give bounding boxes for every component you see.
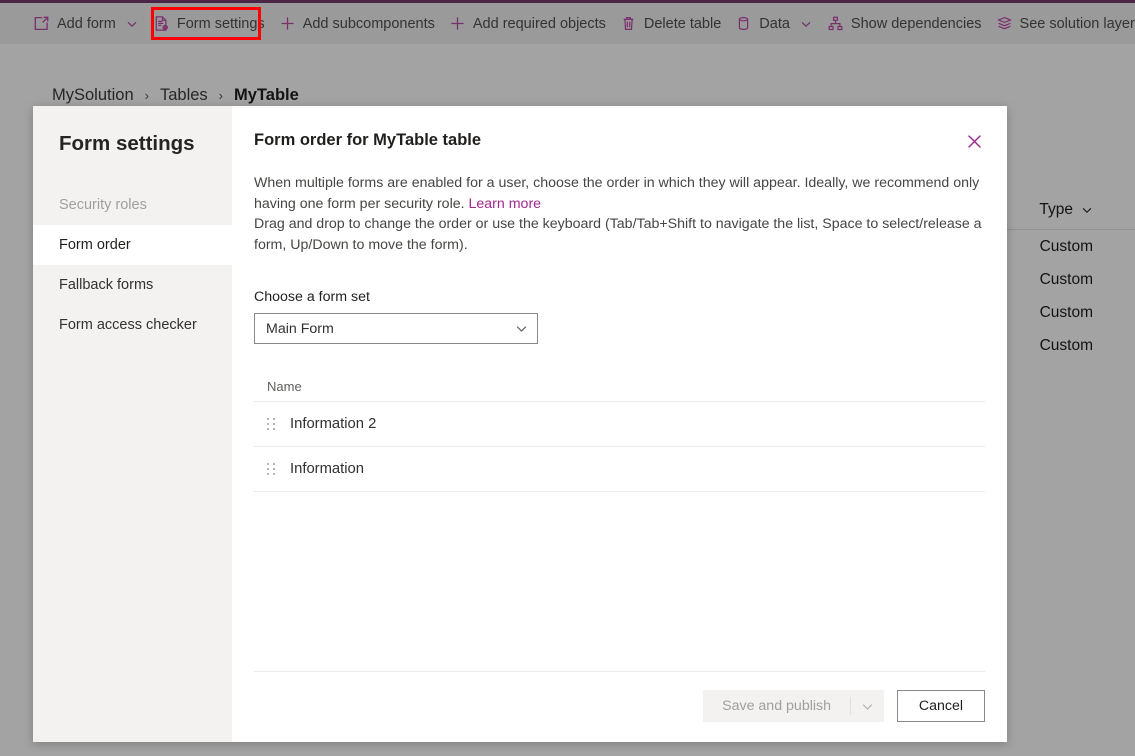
list-item-label: Information <box>290 461 365 477</box>
sidebar-item-label: Form order <box>59 237 131 253</box>
close-icon[interactable] <box>957 124 991 158</box>
form-set-selected-value: Main Form <box>266 320 334 337</box>
command-add-subcomponents[interactable]: Add subcomponents <box>272 8 442 40</box>
cancel-button[interactable]: Cancel <box>897 690 985 722</box>
sidebar-item-label: Fallback forms <box>59 277 154 293</box>
command-add-required-objects-label: Add required objects <box>472 15 606 32</box>
sidebar-item-fallback-forms[interactable]: Fallback forms <box>33 265 232 305</box>
command-data-label: Data <box>759 15 790 32</box>
chevron-down-icon[interactable] <box>125 17 139 31</box>
command-delete-table[interactable]: Delete table <box>613 8 728 40</box>
command-add-required-objects[interactable]: Add required objects <box>442 8 613 40</box>
chevron-down-icon[interactable] <box>851 690 884 722</box>
dialog-sidebar: Form settings Security roles Form order … <box>33 106 232 742</box>
layers-icon <box>996 15 1013 32</box>
save-and-publish-button[interactable]: Save and publish <box>703 690 850 722</box>
sidebar-item-form-order[interactable]: Form order <box>33 225 232 265</box>
description-paragraph-2: Drag and drop to change the order or use… <box>254 216 982 253</box>
dialog-description: When multiple forms are enabled for a us… <box>254 173 985 255</box>
app-root: Add form Form settings Add subcomponents… <box>0 0 1135 756</box>
command-show-dependencies[interactable]: Show dependencies <box>820 8 989 40</box>
plus-icon <box>449 15 466 32</box>
list-item-label: Information 2 <box>290 416 377 432</box>
description-text-1: When multiple forms are enabled for a us… <box>254 175 980 212</box>
command-see-solution-layers-label: See solution layers <box>1019 15 1135 32</box>
list-column-header-name: Name <box>267 379 302 394</box>
command-form-settings[interactable]: Form settings <box>146 8 272 40</box>
list-item[interactable]: Information 2 <box>254 402 985 447</box>
form-order-list: Name Information 2 Information <box>254 372 985 492</box>
chevron-down-icon[interactable] <box>799 17 813 31</box>
dialog-footer: Save and publish Cancel <box>254 671 985 742</box>
command-add-form[interactable]: Add form <box>26 8 146 40</box>
command-add-subcomponents-label: Add subcomponents <box>302 15 435 32</box>
page-title: Form order for MyTable table <box>254 131 482 149</box>
dialog-sidebar-title: Form settings <box>59 132 195 155</box>
list-item[interactable]: Information <box>254 447 985 492</box>
description-paragraph-1: When multiple forms are enabled for a us… <box>254 173 985 214</box>
dependencies-icon <box>827 15 844 32</box>
command-show-dependencies-label: Show dependencies <box>850 15 982 32</box>
database-icon <box>735 15 752 32</box>
chevron-down-icon <box>515 322 528 335</box>
dialog-nav-list: Security roles Form order Fallback forms… <box>33 185 232 345</box>
trash-icon <box>620 15 637 32</box>
drag-handle-icon[interactable] <box>267 462 277 476</box>
command-data[interactable]: Data <box>728 8 820 40</box>
add-form-icon <box>33 15 50 32</box>
form-set-dropdown[interactable]: Main Form <box>254 313 538 344</box>
dialog-body: Form order for MyTable table When multip… <box>232 106 1007 742</box>
form-settings-icon <box>153 15 170 32</box>
command-see-solution-layers[interactable]: See solution layers <box>989 8 1135 40</box>
drag-handle-icon[interactable] <box>267 417 277 431</box>
list-column-header: Name <box>254 372 985 402</box>
sidebar-item-security-roles: Security roles <box>33 185 232 225</box>
sidebar-item-form-access-checker[interactable]: Form access checker <box>33 305 232 345</box>
sidebar-item-label: Security roles <box>59 197 147 213</box>
form-set-label: Choose a form set <box>254 289 370 305</box>
dialog-content: Form order for MyTable table When multip… <box>232 106 1007 671</box>
command-form-settings-label: Form settings <box>176 15 265 32</box>
sidebar-item-label: Form access checker <box>59 317 197 333</box>
learn-more-link[interactable]: Learn more <box>469 196 542 212</box>
command-add-form-label: Add form <box>57 15 116 32</box>
command-bar: Add form Form settings Add subcomponents… <box>0 3 1135 44</box>
form-settings-dialog: Form settings Security roles Form order … <box>33 106 1007 742</box>
plus-icon <box>279 15 296 32</box>
save-and-publish-split-button[interactable]: Save and publish <box>703 690 884 722</box>
command-delete-table-label: Delete table <box>643 15 722 32</box>
